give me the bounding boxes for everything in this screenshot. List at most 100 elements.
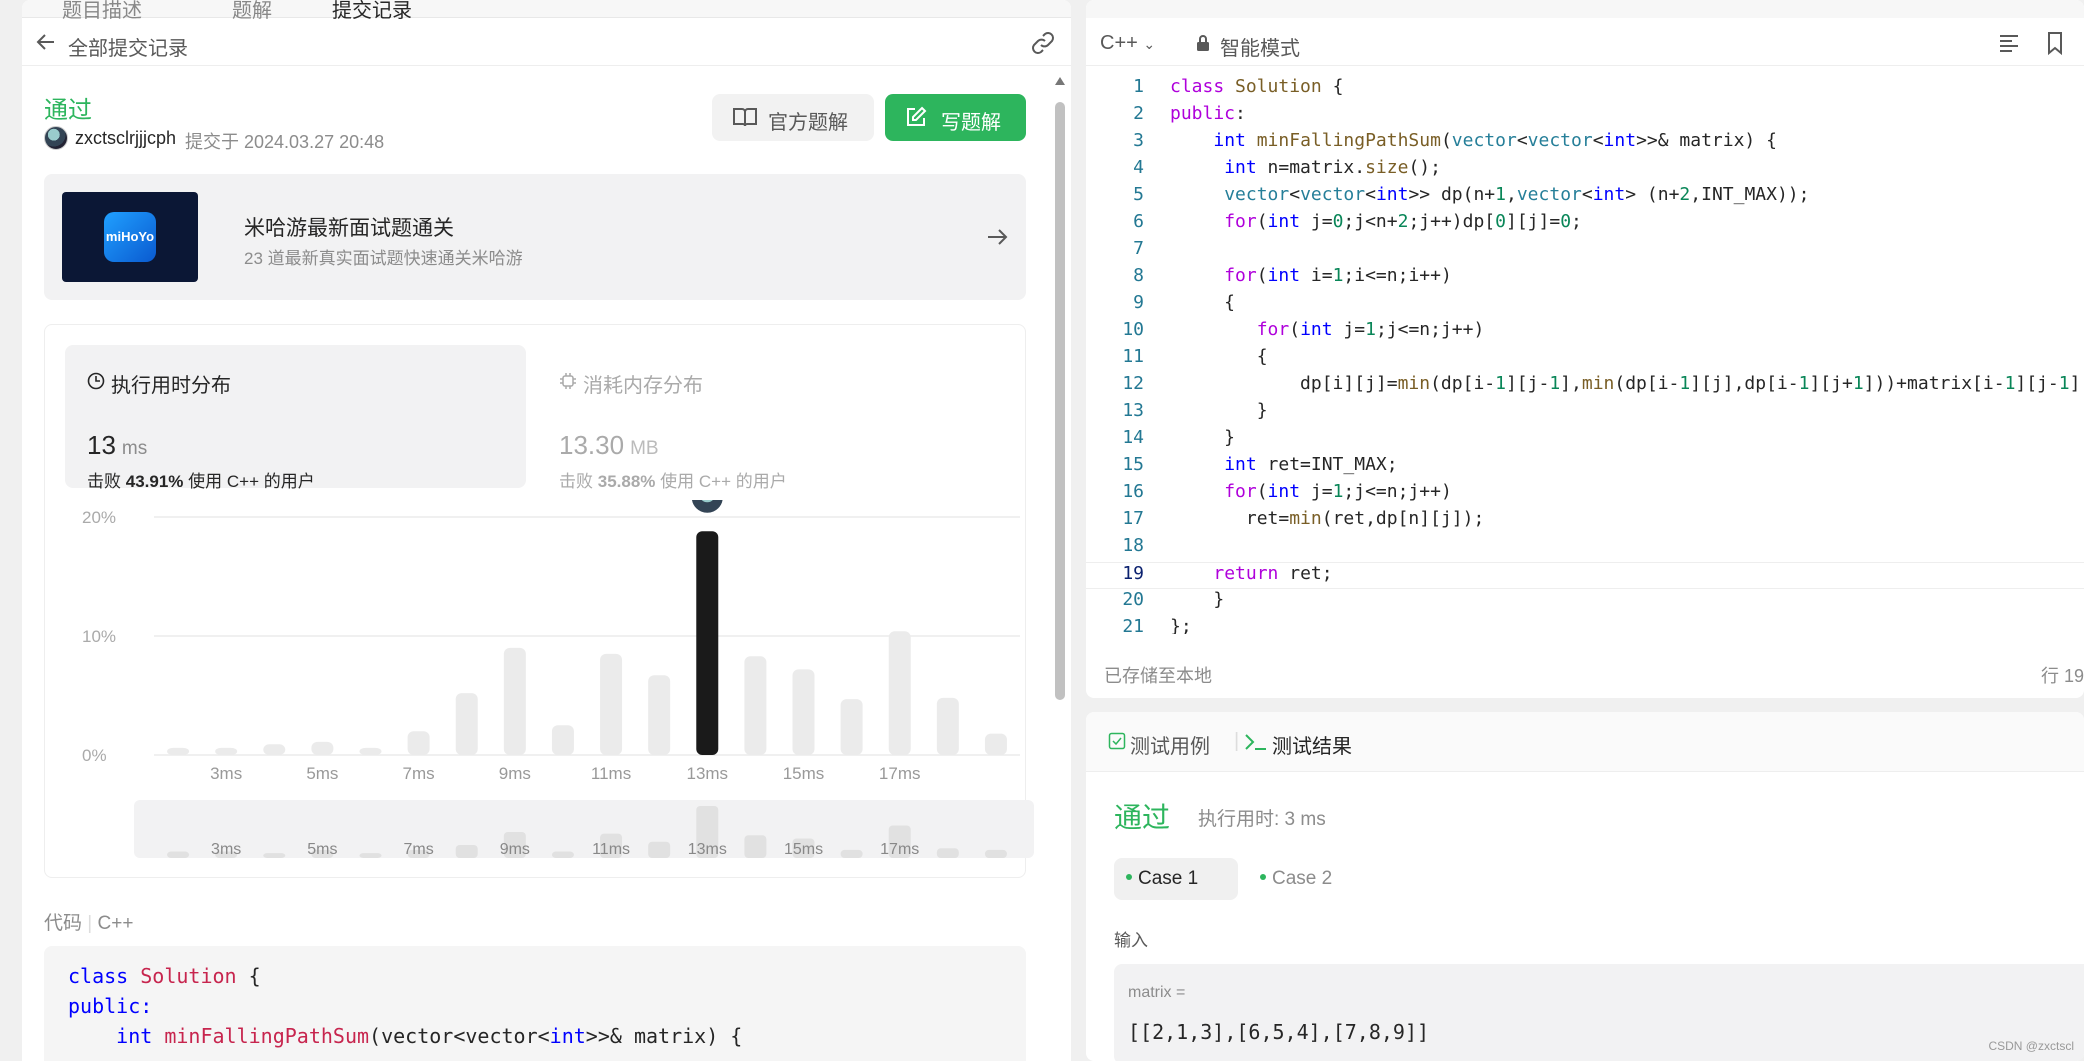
left-scrollbar-thumb[interactable] [1055, 102, 1065, 700]
editor-tab-strip [1086, 0, 2084, 18]
line-number: 3 [1133, 130, 1144, 151]
code-preview-line: int minFallingPathSum(vector<vector<int>… [116, 1024, 743, 1048]
chart-bar [984, 733, 1007, 755]
runtime-beat: 击败 43.91% 使用 C++ 的用户 [87, 467, 315, 492]
line-text: dp[i][j]=min(dp[i-1][j-1],min(dp[i-1][j]… [1170, 373, 2084, 394]
line-text: int ret=INT_MAX; [1224, 454, 1398, 475]
chart-bar [503, 647, 526, 755]
chart-overview-bar [984, 849, 1007, 858]
code-line[interactable]: 6 for(int j=0;j<n+2;j++)dp[0][j]=0; [1086, 211, 2084, 238]
runtime-beat-suffix: 使用 C++ 的用户 [188, 472, 315, 491]
code-line[interactable]: 17 ret=min(ret,dp[n][j]); [1086, 508, 2084, 535]
clock-icon [87, 372, 105, 390]
code-line[interactable]: 13 } [1086, 400, 2084, 427]
code-editor-panel: C++ ⌄ 智能模式 1 class Solution {2 public: 3 in… [1086, 0, 2084, 698]
code-preview[interactable]: class Solution { public: int minFallingP… [44, 946, 1026, 1061]
runtime-card[interactable]: 执行用时分布 13 ms 击败 43.91% 使用 C++ 的用户 [65, 345, 526, 491]
chart-x-tick-label: 9ms [499, 764, 531, 783]
line-text: for(int j=1;j<=n;j++) [1224, 481, 1452, 502]
chart-x-tick-label: 3ms [210, 764, 242, 783]
line-text: int n=matrix.size(); [1224, 157, 1441, 178]
code-line[interactable]: 18 [1086, 535, 2084, 562]
runtime-beat-prefix: 击败 [87, 472, 121, 491]
memory-card[interactable]: 消耗内存分布 13.30 MB 击败 35.88% 使用 C++ 的用户 [537, 345, 998, 491]
line-text: } [1170, 400, 1268, 421]
code-line[interactable]: 12 dp[i][j]=min(dp[i-1][j-1],min(dp[i-1]… [1086, 373, 2084, 400]
input-box: matrix = [[2,1,3],[6,5,4],[7,8,9]] [1114, 964, 2084, 1061]
code-line[interactable]: 8 for(int i=1;i<=n;i++) [1086, 265, 2084, 292]
runtime-beat-pct: 43.91% [125, 472, 184, 491]
line-number: 21 [1122, 616, 1144, 634]
arrow-right-icon[interactable] [984, 224, 1010, 250]
promo-title: 米哈游最新面试题通关 [244, 217, 454, 240]
code-line[interactable]: 7 [1086, 238, 2084, 265]
line-number: 11 [1122, 346, 1144, 367]
code-func-name: minFallingPathSum [164, 1024, 370, 1048]
bookmark-icon[interactable] [2042, 30, 2068, 56]
code-kw-class: class [68, 964, 129, 988]
chart-bar [551, 725, 574, 755]
code-line[interactable]: 9 { [1086, 292, 2084, 319]
case-pass-dot [1126, 874, 1132, 880]
chart-x-tick-label: 13ms [686, 764, 728, 783]
language-select[interactable]: C++ ⌄ [1100, 32, 1155, 55]
code-line[interactable]: 21}; [1086, 616, 2084, 634]
line-number: 5 [1133, 184, 1144, 205]
code-line[interactable]: 20 } [1086, 589, 2084, 616]
scroll-up-icon[interactable] [1054, 76, 1066, 86]
code-line[interactable]: 15 int ret=INT_MAX; [1086, 454, 2084, 481]
official-solution-button[interactable]: 官方题解 [712, 94, 874, 141]
write-solution-button[interactable]: 写题解 [885, 94, 1026, 141]
case-1-tab[interactable]: Case 1 [1114, 858, 1238, 900]
code-area[interactable]: 1 class Solution {2 public: 3 int minFallin… [1086, 76, 2084, 634]
promo-card[interactable]: miHoYo 米哈游最新面试题通关 23 道最新真实面试题快速通关米哈游 [44, 174, 1026, 300]
runtime-value-wrap: 13 ms [87, 430, 147, 461]
code-kw-int: int [116, 1024, 153, 1048]
code-label: 代码 [44, 913, 83, 934]
code-line[interactable]: 19 return ret; [1086, 562, 2084, 589]
runtime-distribution-chart[interactable]: 20% 10% 0% 3ms 5ms 7ms 9ms 11ms 13ms 15ms 17ms 3ms 5… [82, 500, 1040, 890]
left-scrollbar[interactable] [1052, 76, 1066, 1061]
mode-toggle[interactable]: 智能模式 [1220, 32, 1300, 61]
code-line[interactable]: 3 int minFallingPathSum(vector<vector<in… [1086, 130, 2084, 157]
code-line[interactable]: 14 } [1086, 427, 2084, 454]
code-line[interactable]: 10 for(int j=1;j<=n;j++) [1086, 319, 2084, 346]
avatar[interactable] [44, 126, 68, 150]
chart-bar [455, 693, 478, 755]
editor-toolbar: C++ ⌄ 智能模式 [1086, 20, 2084, 66]
test-panel: 测试用例 | 测试结果 通过 执行用时: 3 ms Case 1 Case 2 … [1086, 712, 2084, 1061]
chart-bar [600, 653, 623, 755]
chart-overview-tick-label: 11ms [592, 841, 630, 858]
header-title[interactable]: 全部提交记录 [68, 32, 188, 61]
chart-overview-tick-label: 13ms [688, 841, 727, 858]
code-line[interactable]: 16 for(int j=1;j<=n;j++) [1086, 481, 2084, 508]
code-class-name: Solution [140, 964, 237, 988]
memory-beat-pct: 35.88% [597, 472, 656, 491]
memory-beat-prefix: 击败 [559, 472, 593, 491]
case-2-tab[interactable]: Case 2 [1248, 858, 1368, 900]
code-line[interactable]: 5 vector<vector<int>> dp(n+1,vector<int>… [1086, 184, 2084, 211]
code-line[interactable]: 2 public: [1086, 103, 2084, 130]
chart-overview-bar [167, 851, 190, 858]
line-number: 9 [1133, 292, 1144, 313]
line-text: for(int j=0;j<n+2;j++)dp[0][j]=0; [1224, 211, 1582, 232]
case-1-label: Case 1 [1138, 868, 1199, 889]
chart-overview-bar [455, 845, 478, 858]
chart-overview-bar [744, 835, 767, 858]
chart-bar [744, 656, 767, 755]
username[interactable]: zxctsclrjjjcph [75, 128, 176, 149]
link-icon[interactable] [1029, 30, 1057, 56]
edit-icon [907, 106, 927, 126]
code-line[interactable]: 11 { [1086, 346, 2084, 373]
tab-test-results[interactable]: 测试结果 [1272, 730, 1352, 759]
submissions-header: 全部提交记录 [22, 20, 1071, 66]
arrow-left-icon[interactable] [34, 30, 58, 54]
line-number: 2 [1133, 103, 1144, 124]
format-icon[interactable] [1996, 30, 2022, 56]
promo-subtitle: 23 道最新真实面试题快速通关米哈游 [244, 249, 523, 268]
code-line[interactable]: 4 int n=matrix.size(); [1086, 157, 2084, 184]
chart-y-tick-label: 10% [82, 627, 116, 646]
code-line[interactable]: 1 class Solution { [1086, 76, 2084, 103]
result-status: 通过 [1114, 802, 1171, 833]
tab-test-cases[interactable]: 测试用例 [1130, 730, 1210, 759]
